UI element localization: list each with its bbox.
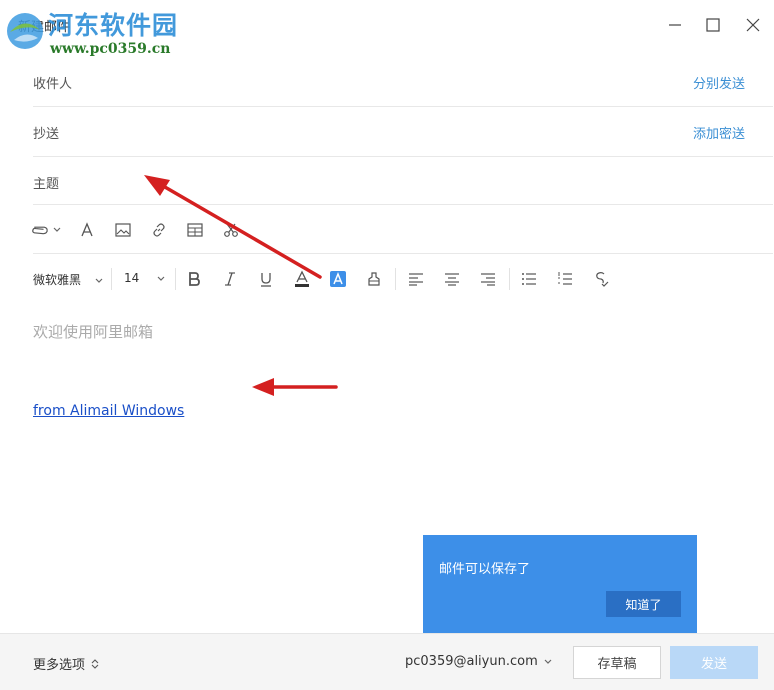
more-options-label: 更多选项: [33, 658, 86, 673]
bullet-list-icon: [522, 273, 536, 285]
to-row[interactable]: 收件人 分别发送: [33, 57, 773, 107]
align-left-button[interactable]: [406, 269, 426, 289]
chevron-down-icon: [53, 227, 61, 232]
align-right-icon: [481, 273, 495, 286]
subject-row[interactable]: 主题: [33, 157, 773, 205]
chevron-down-icon: [157, 276, 165, 281]
strikethrough-button[interactable]: [591, 269, 611, 289]
to-label: 收件人: [33, 77, 73, 92]
send-separately-link[interactable]: 分别发送: [693, 73, 745, 92]
toolbar-divider: [111, 268, 112, 290]
format-toolbar: 微软雅黑 14: [33, 255, 773, 303]
numbered-list-button[interactable]: [555, 269, 575, 289]
screenshot-button[interactable]: [221, 220, 241, 240]
spellcheck-icon: [596, 272, 609, 287]
editor-placeholder[interactable]: 欢迎使用阿里邮箱: [33, 321, 153, 342]
clear-format-button[interactable]: [364, 269, 384, 289]
underline-icon: [261, 273, 271, 287]
sender-account-select[interactable]: pc0359@aliyun.com: [405, 654, 552, 669]
align-center-button[interactable]: [442, 269, 462, 289]
attachment-button[interactable]: [31, 220, 67, 240]
insert-table-button[interactable]: [185, 220, 205, 240]
maximize-button[interactable]: [698, 10, 728, 40]
more-options-button[interactable]: 更多选项: [33, 654, 99, 673]
text-a-icon: [81, 222, 93, 237]
align-right-button[interactable]: [478, 269, 498, 289]
highlight-color-button[interactable]: [328, 269, 348, 289]
scissors-icon: [224, 223, 238, 237]
cc-row[interactable]: 抄送 添加密送: [33, 107, 773, 157]
insert-image-button[interactable]: [113, 220, 133, 240]
font-size-select[interactable]: 14: [124, 271, 165, 285]
watermark-logo-icon: [7, 13, 43, 49]
chevron-down-icon: [544, 659, 552, 664]
got-it-button[interactable]: 知道了: [606, 591, 681, 617]
add-bcc-link[interactable]: 添加密送: [693, 123, 745, 142]
save-draft-button[interactable]: 存草稿: [573, 646, 661, 679]
paperclip-icon: [32, 226, 48, 235]
bold-button[interactable]: [184, 269, 204, 289]
font-color-icon: [295, 270, 309, 287]
font-size-value: 14: [124, 271, 140, 285]
watermark-url: www.pc0359.cn: [50, 41, 171, 57]
title-bar: 新建邮件 河东软件园 www.pc0359.cn: [0, 0, 774, 56]
close-button[interactable]: [738, 10, 768, 40]
underline-button[interactable]: [256, 269, 276, 289]
insert-toolbar: [31, 205, 773, 254]
italic-button[interactable]: [220, 269, 240, 289]
subject-label: 主题: [33, 177, 60, 192]
bullet-list-button[interactable]: [519, 269, 539, 289]
sender-account-value: pc0359@aliyun.com: [405, 654, 538, 669]
font-color-button[interactable]: [292, 269, 312, 289]
save-tip-popup: 邮件可以保存了 知道了: [423, 535, 697, 634]
font-family-select[interactable]: 微软雅黑: [33, 271, 103, 288]
cc-label: 抄送: [33, 127, 60, 142]
minimize-button[interactable]: [660, 10, 690, 40]
toolbar-divider: [175, 268, 176, 290]
italic-icon: [225, 272, 235, 286]
numbered-list-icon: [558, 272, 572, 285]
chevron-updown-icon: [91, 658, 99, 669]
image-icon: [115, 223, 131, 237]
minimize-icon: [669, 24, 681, 26]
compose-footer: 更多选项 pc0359@aliyun.com 存草稿 发送: [0, 633, 774, 690]
watermark-site-name: 河东软件园: [48, 11, 179, 40]
align-left-icon: [409, 273, 423, 286]
link-icon: [153, 223, 165, 237]
signature-link[interactable]: from Alimail Windows: [33, 403, 184, 419]
eraser-icon: [368, 272, 380, 286]
chevron-down-icon: [95, 278, 103, 283]
send-button[interactable]: 发送: [670, 646, 758, 679]
font-style-button[interactable]: [77, 220, 97, 240]
bold-icon: [189, 272, 200, 286]
close-icon: [746, 18, 760, 32]
arrow-icon: [252, 378, 338, 396]
toolbar-divider: [395, 268, 396, 290]
align-center-icon: [445, 273, 459, 286]
font-family-value: 微软雅黑: [33, 273, 82, 287]
popup-message: 邮件可以保存了: [439, 562, 531, 577]
insert-link-button[interactable]: [149, 220, 169, 240]
watermark: 河东软件园 www.pc0359.cn: [4, 10, 178, 56]
toolbar-divider: [509, 268, 510, 290]
highlight-icon: [330, 271, 346, 287]
maximize-icon: [706, 18, 720, 32]
table-icon: [187, 223, 203, 237]
